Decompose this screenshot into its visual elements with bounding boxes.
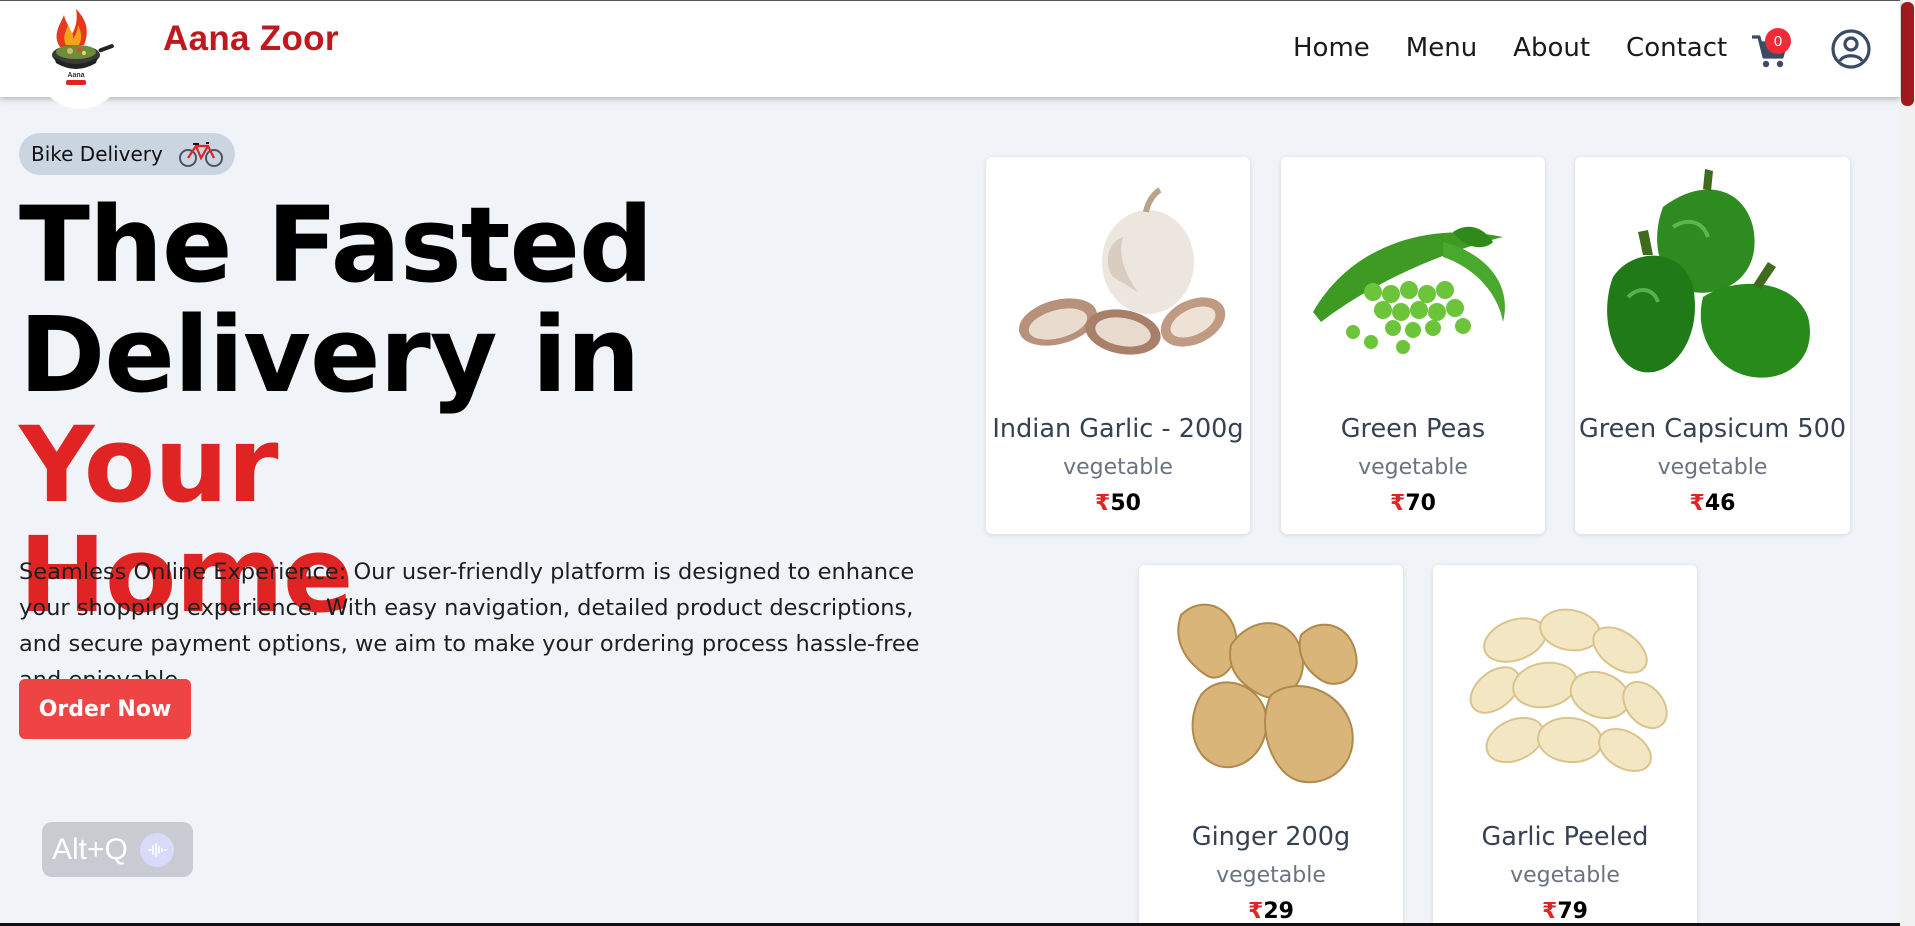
product-card[interactable]: Green Capsicum 500 vegetable ₹46 <box>1575 157 1850 534</box>
product-card[interactable]: Indian Garlic - 200g vegetable ₹50 <box>986 157 1250 534</box>
main-nav: Home Menu About Contact <box>1293 33 1763 63</box>
nav-home[interactable]: Home <box>1293 33 1370 63</box>
svg-text:Aana: Aana <box>67 72 84 79</box>
logo[interactable]: Aana <box>32 1 128 109</box>
assistant-shortcut-chip[interactable]: Alt+Q <box>42 822 193 877</box>
hero-description: Seamless Online Experience: Our user-fri… <box>19 559 920 693</box>
product-price: ₹46 <box>1575 491 1850 516</box>
user-account-button[interactable] <box>1830 28 1872 74</box>
product-price: ₹29 <box>1139 899 1403 924</box>
product-name: Ginger 200g <box>1191 822 1351 852</box>
headline-line-1: The Fasted <box>19 184 653 306</box>
product-card[interactable]: Green Peas vegetable ₹70 <box>1281 157 1545 534</box>
currency-symbol: ₹ <box>1095 491 1111 516</box>
badge-label: Bike Delivery <box>31 142 163 166</box>
product-category: vegetable <box>1358 455 1468 480</box>
garlic-image <box>986 167 1250 397</box>
product-category: vegetable <box>1510 863 1620 888</box>
user-icon <box>1831 29 1871 69</box>
product-price-value: 29 <box>1263 899 1294 924</box>
product-price: ₹50 <box>986 491 1250 516</box>
product-card[interactable]: Garlic Peeled vegetable ₹79 <box>1433 565 1697 926</box>
product-name: Green Capsicum 500 <box>1578 414 1847 444</box>
assistant-shortcut-label: Alt+Q <box>52 832 128 866</box>
nav-contact[interactable]: Contact <box>1626 33 1727 63</box>
headline-line-2-start: Delivery in <box>19 294 640 416</box>
product-price-value: 79 <box>1557 899 1588 924</box>
page-scrollbar[interactable] <box>1900 0 1915 926</box>
capsicum-image <box>1575 167 1850 397</box>
brand-name[interactable]: Aana Zoor <box>163 19 339 59</box>
bike-delivery-badge: Bike Delivery <box>19 133 235 175</box>
site-header: Aana Aana Zoor Home Menu About Contact 0 <box>0 0 1900 109</box>
cart-count-badge: 0 <box>1765 28 1791 54</box>
product-name: Indian Garlic - 200g <box>992 414 1244 444</box>
currency-symbol: ₹ <box>1390 491 1406 516</box>
product-category: vegetable <box>1063 455 1173 480</box>
voice-wave-icon <box>139 832 174 867</box>
bicycle-icon <box>178 142 223 167</box>
product-card[interactable]: Ginger 200g vegetable ₹29 <box>1139 565 1403 926</box>
ginger-image <box>1139 575 1403 805</box>
peeled-garlic-image <box>1433 575 1697 805</box>
product-category: vegetable <box>1216 863 1326 888</box>
product-price: ₹70 <box>1281 491 1545 516</box>
headline-highlight-your: Your <box>19 404 279 526</box>
currency-symbol: ₹ <box>1248 899 1264 924</box>
peas-image <box>1281 167 1545 397</box>
nav-about[interactable]: About <box>1513 33 1590 63</box>
logo-icon: Aana <box>52 9 114 85</box>
currency-symbol: ₹ <box>1689 491 1705 516</box>
headline-line-2: Delivery in Your <box>19 300 919 520</box>
product-price-value: 70 <box>1405 491 1436 516</box>
scrollbar-thumb[interactable] <box>1901 2 1914 106</box>
product-name: Green Peas <box>1340 414 1486 444</box>
product-price-value: 46 <box>1704 491 1736 516</box>
order-now-button[interactable]: Order Now <box>19 679 191 739</box>
currency-symbol: ₹ <box>1542 899 1558 924</box>
nav-menu[interactable]: Menu <box>1406 33 1477 63</box>
product-price: ₹79 <box>1433 899 1697 924</box>
product-price-value: 50 <box>1110 491 1141 516</box>
product-name: Garlic Peeled <box>1481 822 1649 852</box>
product-category: vegetable <box>1657 455 1768 480</box>
